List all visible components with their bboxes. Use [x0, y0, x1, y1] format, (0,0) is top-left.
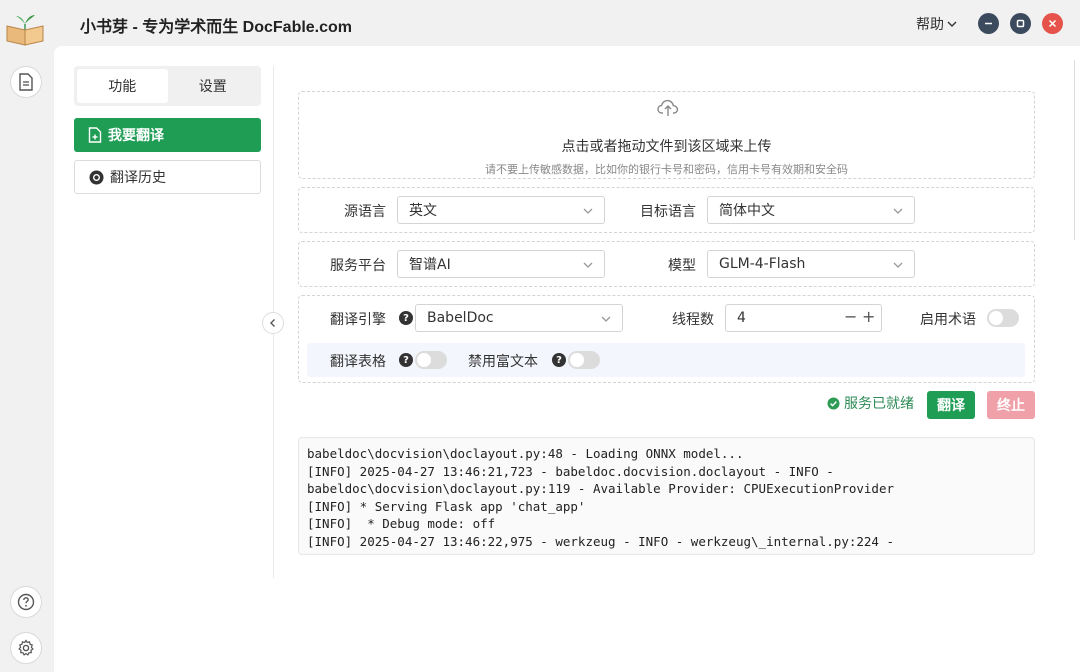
sidebar-item-label: 我要翻译	[108, 128, 164, 144]
check-circle-icon	[827, 397, 840, 409]
disable-richtext-toggle[interactable]	[568, 351, 600, 369]
engine-options-box: 翻译引擎 ? BabelDoc 线程数 4 − + 启用术语 翻译表格 ? 禁用…	[298, 295, 1035, 383]
close-icon	[1048, 19, 1057, 28]
minimize-button[interactable]	[978, 13, 999, 34]
upload-title: 点击或者拖动文件到该区域来上传	[561, 139, 772, 155]
threads-label: 线程数	[672, 312, 714, 328]
file-add-icon	[88, 127, 102, 143]
translate-table-toggle[interactable]	[415, 351, 447, 369]
chevron-down-icon	[601, 316, 611, 322]
table-help-icon[interactable]: ?	[399, 353, 413, 367]
log-output[interactable]: babeldoc\docvision\doclayout.py:48 - Loa…	[298, 437, 1035, 555]
threads-input[interactable]: 4	[737, 310, 746, 326]
chevron-down-icon	[893, 208, 903, 214]
engine-help-icon[interactable]: ?	[399, 311, 413, 325]
threads-stepper: 4 − +	[725, 304, 882, 332]
model-label: 模型	[668, 258, 696, 274]
rail-documents-button[interactable]	[10, 66, 42, 98]
chevron-down-icon	[583, 262, 593, 268]
engine-label: 翻译引擎	[330, 312, 386, 328]
log-line: [INFO] * Debug mode: off	[307, 516, 496, 531]
collapse-sidebar-button[interactable]	[262, 312, 284, 334]
left-rail	[0, 46, 54, 672]
cloud-upload-icon	[657, 99, 679, 116]
sidebar-item-label: 翻译历史	[110, 170, 166, 186]
close-button[interactable]	[1042, 13, 1063, 34]
terms-label: 启用术语	[920, 312, 976, 328]
target-language-select[interactable]: 简体中文	[707, 196, 915, 224]
stop-button[interactable]: 终止	[987, 391, 1035, 419]
platform-select[interactable]: 智谱AI	[397, 250, 605, 278]
translate-table-label: 翻译表格	[330, 354, 386, 370]
table-options-row: 翻译表格 ? 禁用富文本 ?	[307, 343, 1025, 377]
translate-button[interactable]: 翻译	[927, 391, 975, 419]
engine-value: BabelDoc	[427, 310, 494, 326]
model-value: GLM-4-Flash	[719, 256, 806, 272]
window-edge	[1074, 60, 1080, 240]
help-menu[interactable]: 帮助	[916, 14, 958, 34]
chevron-down-icon	[583, 208, 593, 214]
source-language-select[interactable]: 英文	[397, 196, 605, 224]
engine-select[interactable]: BabelDoc	[415, 304, 623, 332]
tab-settings[interactable]: 设置	[168, 69, 259, 103]
platform-label: 服务平台	[330, 258, 386, 274]
model-select[interactable]: GLM-4-Flash	[707, 250, 915, 278]
rail-help-button[interactable]	[10, 586, 42, 618]
sidebar-item-translate[interactable]: 我要翻译	[74, 118, 261, 152]
log-line: [INFO] 2025-04-27 13:46:22,975 - werkzeu…	[307, 533, 894, 549]
increment-button[interactable]: +	[862, 307, 875, 326]
service-status-text: 服务已就绪	[844, 396, 914, 412]
upload-dropzone[interactable]: 点击或者拖动文件到该区域来上传 请不要上传敏感数据，比如你的银行卡号和密码，信用…	[298, 91, 1035, 179]
maximize-icon	[1016, 19, 1025, 28]
source-language-value: 英文	[409, 203, 437, 219]
service-row: 服务平台 智谱AI 模型 GLM-4-Flash	[298, 241, 1035, 287]
rail-settings-button[interactable]	[10, 632, 42, 664]
sidebar-tabs: 功能 设置	[74, 66, 261, 106]
chevron-down-icon	[947, 21, 957, 27]
sidebar-item-history[interactable]: 翻译历史	[74, 160, 261, 194]
platform-value: 智谱AI	[409, 257, 451, 273]
minimize-icon	[985, 22, 992, 25]
log-line: [INFO] 2025-04-27 13:46:21,723 - babeldo…	[307, 463, 834, 479]
log-line: babeldoc\docvision\doclayout.py:48 - Loa…	[307, 446, 744, 461]
main-panel: 功能 设置 我要翻译 翻译历史 点击或者拖动文件到该区域来上传 请不要上传敏感数…	[54, 46, 1080, 672]
title-bar: 小书芽 - 专为学术而生 DocFable.com 帮助	[0, 0, 1080, 46]
app-title: 小书芽 - 专为学术而生 DocFable.com	[80, 19, 353, 36]
tab-functions[interactable]: 功能	[77, 69, 168, 103]
language-row: 源语言 英文 目标语言 简体中文	[298, 187, 1035, 233]
service-status: 服务已就绪	[827, 393, 914, 413]
decrement-button[interactable]: −	[844, 307, 857, 326]
maximize-button[interactable]	[1010, 13, 1031, 34]
chevron-down-icon	[893, 262, 903, 268]
terms-toggle[interactable]	[987, 309, 1019, 327]
history-record-icon	[89, 170, 104, 184]
disable-richtext-label: 禁用富文本	[468, 354, 538, 370]
target-language-value: 简体中文	[719, 203, 775, 219]
chevron-left-icon	[270, 319, 275, 327]
gear-icon	[18, 639, 34, 656]
book-sprout-logo-icon	[6, 15, 44, 46]
log-line: [INFO] * Serving Flask app 'chat_app'	[307, 498, 586, 514]
help-menu-label: 帮助	[916, 17, 944, 33]
source-language-label: 源语言	[344, 204, 386, 220]
log-line: babeldoc\docvision\doclayout.py:119 - Av…	[307, 481, 894, 496]
help-circle-icon	[17, 593, 35, 611]
target-language-label: 目标语言	[640, 204, 696, 220]
document-icon	[19, 73, 33, 91]
upload-hint: 请不要上传敏感数据，比如你的银行卡号和密码，信用卡号有效期和安全码	[485, 163, 848, 176]
richtext-help-icon[interactable]: ?	[552, 353, 566, 367]
